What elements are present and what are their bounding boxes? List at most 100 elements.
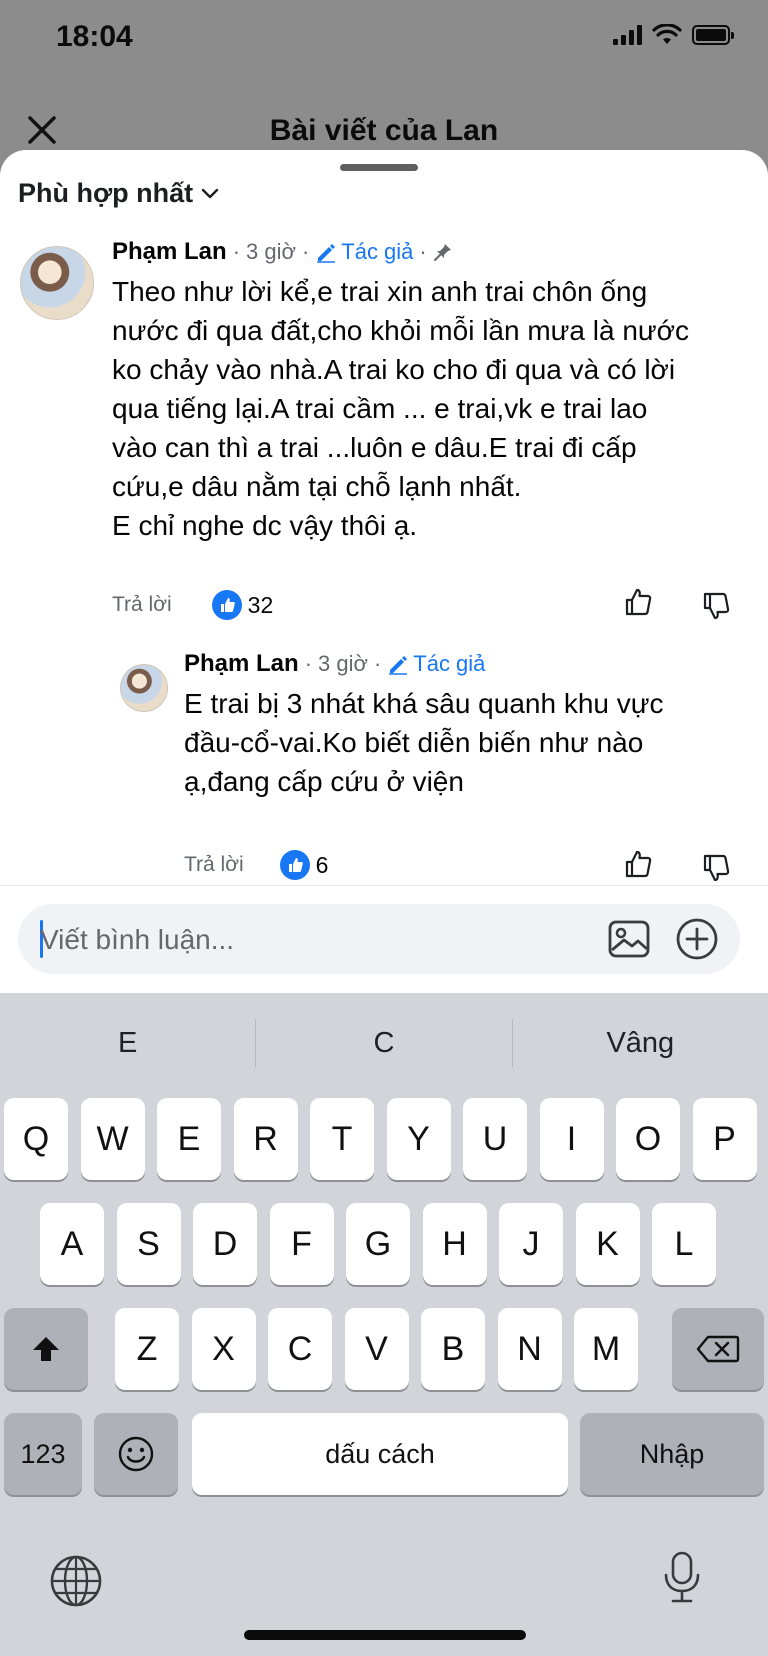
thumbs-up-icon[interactable]	[622, 586, 654, 618]
comment-line: E chỉ nghe dc vậy thôi ạ.	[112, 510, 418, 541]
comment-line: Theo như lời kể,e trai xin anh trai chôn…	[112, 276, 648, 307]
key-u[interactable]: U	[463, 1098, 527, 1180]
key-i[interactable]: I	[539, 1098, 604, 1180]
key-e[interactable]: E	[157, 1098, 221, 1180]
reply-button[interactable]: Trả lời	[184, 853, 244, 877]
comment-author-name[interactable]: Phạm Lan	[112, 238, 227, 266]
avatar[interactable]	[20, 246, 94, 320]
keyboard: E C Vâng Q W E R T Y U I O P A S D F G H J K L Z X C V B N M 123 dấ…	[0, 993, 768, 1656]
separator-dot: ·	[304, 651, 313, 676]
thumbs-down-icon[interactable]	[700, 852, 732, 884]
author-badge: Tác giả	[387, 651, 485, 677]
separator-dot: ·	[419, 239, 427, 264]
key-w[interactable]: W	[80, 1098, 145, 1180]
like-reaction-icon	[279, 850, 310, 880]
key-k[interactable]: K	[575, 1203, 640, 1285]
key-a[interactable]: A	[40, 1203, 104, 1285]
emoji-icon	[118, 1436, 154, 1472]
comment-text: Theo như lời kể,e trai xin anh trai chôn…	[112, 272, 752, 545]
key-f[interactable]: F	[269, 1203, 334, 1285]
comment-line: E trai bị 3 nhát khá sâu quanh khu vực	[184, 688, 664, 719]
separator-dot: ·	[301, 239, 310, 264]
key-b[interactable]: B	[421, 1308, 485, 1390]
key-p[interactable]: P	[692, 1098, 757, 1180]
key-v[interactable]: V	[344, 1308, 409, 1390]
key-j[interactable]: J	[499, 1203, 563, 1285]
sheet-grabber[interactable]	[340, 164, 418, 171]
comment-input-placeholder: Viết bình luận...	[40, 924, 235, 955]
author-badge: Tác giả	[315, 239, 413, 265]
pin-icon	[433, 244, 451, 261]
page-title: Bài viết của Lan	[269, 114, 499, 147]
sort-dropdown[interactable]: Phù hợp nhất	[18, 178, 219, 209]
wifi-icon	[652, 24, 682, 44]
status-time: 18:04	[56, 20, 133, 53]
comment-meta: Phạm Lan · 3 giờ · Tác giả ·	[112, 238, 752, 266]
separator-dot: ·	[373, 651, 382, 676]
return-key[interactable]: Nhập	[580, 1413, 764, 1495]
shift-icon	[33, 1337, 59, 1361]
avatar[interactable]	[120, 664, 168, 712]
comment-line: ạ,đang cấp cứu ở viện	[184, 766, 464, 797]
key-c[interactable]: C	[268, 1308, 332, 1390]
key-z[interactable]: Z	[115, 1308, 179, 1390]
chevron-down-icon	[201, 188, 219, 198]
key-m[interactable]: M	[574, 1308, 638, 1390]
backspace-icon	[696, 1335, 740, 1363]
key-d[interactable]: D	[193, 1203, 257, 1285]
sort-label: Phù hợp nhất	[18, 178, 194, 208]
key-n[interactable]: N	[497, 1308, 562, 1390]
like-count[interactable]: 6	[316, 852, 329, 879]
comment-actions: Trả lời 32	[112, 590, 273, 620]
like-count[interactable]: 32	[248, 592, 274, 619]
globe-icon[interactable]	[48, 1553, 104, 1609]
key-x[interactable]: X	[191, 1308, 256, 1390]
comment-composer-bar: Viết bình luận...	[0, 885, 768, 993]
key-y[interactable]: Y	[386, 1098, 451, 1180]
comment-meta: Phạm Lan · 3 giờ · Tác giả	[184, 650, 744, 678]
backspace-key[interactable]	[672, 1308, 764, 1390]
comment-time: 3 giờ	[246, 239, 296, 264]
comment-author-name[interactable]: Phạm Lan	[184, 650, 299, 678]
microphone-icon[interactable]	[654, 1549, 710, 1605]
separator-dot: ·	[232, 239, 241, 264]
author-badge-label: Tác giả	[341, 239, 414, 264]
comment-line: vào can thì a trai ...luôn e dâu.E trai …	[112, 432, 637, 463]
emoji-key[interactable]	[94, 1413, 178, 1495]
comment-time: 3 giờ	[318, 651, 368, 676]
reply-button[interactable]: Trả lời	[112, 593, 172, 617]
key-l[interactable]: L	[652, 1203, 716, 1285]
comment-line: nước đi qua đất,cho khỏi mỗi lần mưa là …	[112, 315, 690, 346]
comment-actions: Trả lời 6	[184, 850, 328, 880]
comment-line: qua tiếng lại.A trai cầm ... e trai,vk e…	[112, 393, 648, 424]
comment-input[interactable]: Viết bình luận...	[18, 904, 740, 974]
plus-circle-icon[interactable]	[674, 916, 720, 962]
thumbs-down-icon[interactable]	[700, 590, 732, 622]
comments-sheet: Phù hợp nhất Phạm Lan · 3 giờ · Tác giả …	[0, 150, 768, 1000]
status-bar: 18:04	[0, 0, 768, 80]
pencil-icon	[389, 656, 408, 675]
key-g[interactable]: G	[346, 1203, 410, 1285]
status-icons	[613, 24, 734, 46]
comment-line: đầu-cổ-vai.Ko biết diễn biến như nào	[184, 727, 644, 758]
pencil-icon	[317, 244, 336, 263]
cellular-signal-icon	[613, 25, 642, 45]
key-r[interactable]: R	[233, 1098, 298, 1180]
thumbs-up-icon[interactable]	[622, 848, 654, 880]
numbers-key[interactable]: 123	[4, 1413, 82, 1495]
photo-icon[interactable]	[606, 916, 652, 962]
key-s[interactable]: S	[116, 1203, 181, 1285]
suggestion-item[interactable]: C	[256, 1027, 511, 1060]
like-reaction-icon	[211, 590, 242, 620]
comment-item: Phạm Lan · 3 giờ · Tác giả · Theo như lờ…	[112, 238, 752, 545]
suggestion-item[interactable]: Vâng	[513, 1027, 768, 1060]
key-q[interactable]: Q	[4, 1098, 68, 1180]
comment-line: ko chảy vào nhà.A trai ko cho đi qua và …	[112, 354, 676, 385]
suggestion-item[interactable]: E	[0, 1027, 255, 1060]
battery-icon	[692, 25, 734, 45]
key-o[interactable]: O	[616, 1098, 680, 1180]
shift-key[interactable]	[4, 1308, 88, 1390]
key-h[interactable]: H	[422, 1203, 487, 1285]
space-key[interactable]: dấu cách	[192, 1413, 568, 1495]
key-t[interactable]: T	[310, 1098, 374, 1180]
